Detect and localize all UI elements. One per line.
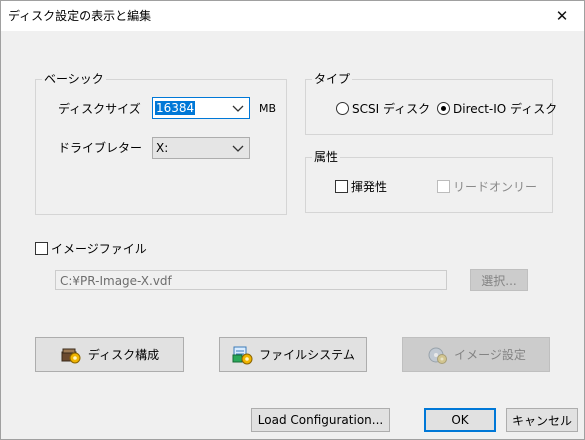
checkbox-box xyxy=(335,180,348,193)
image-path-value: C:¥PR-Image-X.vdf xyxy=(60,274,172,288)
cancel-button[interactable]: キャンセル xyxy=(506,408,578,432)
disk-size-combo[interactable]: 16384 xyxy=(152,97,250,119)
browse-button-label: 選択... xyxy=(481,273,517,288)
checkbox-box xyxy=(35,242,48,255)
readonly-label: リードオンリー xyxy=(453,180,538,194)
image-path-input[interactable]: C:¥PR-Image-X.vdf xyxy=(55,270,447,290)
close-button[interactable]: ✕ xyxy=(540,1,584,31)
attributes-group-legend: 属性 xyxy=(312,150,341,164)
disk-size-label: ディスクサイズ xyxy=(58,102,141,116)
disk-config-button[interactable]: ディスク構成 xyxy=(35,337,184,372)
basic-group-legend: ベーシック xyxy=(42,72,106,86)
image-settings-button-label: イメージ設定 xyxy=(454,348,526,362)
radio-scsi-disk[interactable]: SCSI ディスク xyxy=(336,100,430,117)
browse-button[interactable]: 選択... xyxy=(470,269,528,291)
window-title: ディスク設定の表示と編集 xyxy=(8,9,152,23)
type-group-legend: タイプ xyxy=(312,72,353,86)
image-settings-icon xyxy=(428,347,448,364)
load-configuration-button[interactable]: Load Configuration... xyxy=(251,408,390,432)
file-system-button[interactable]: ファイルシステム xyxy=(219,337,367,372)
file-system-icon xyxy=(232,346,253,364)
load-configuration-button-label: Load Configuration... xyxy=(257,413,384,427)
radio-circle-selected xyxy=(437,102,450,115)
close-icon: ✕ xyxy=(555,7,569,25)
radio-circle xyxy=(336,102,349,115)
disk-size-unit: MB xyxy=(259,102,277,115)
chevron-down-icon xyxy=(232,105,244,112)
drive-letter-value: X: xyxy=(156,141,169,155)
chevron-down-icon xyxy=(232,145,244,152)
ok-button-label: OK xyxy=(451,413,469,427)
disk-config-icon xyxy=(61,348,81,363)
image-file-checkbox[interactable]: イメージファイル xyxy=(35,240,147,257)
cancel-button-label: キャンセル xyxy=(511,413,572,428)
readonly-checkbox[interactable]: リードオンリー xyxy=(437,178,537,195)
radio-scsi-disk-label: SCSI ディスク xyxy=(352,102,431,116)
disk-settings-dialog: ディスク設定の表示と編集 ✕ ベーシック ディスクサイズ 16384 MB ドラ… xyxy=(0,0,585,440)
title-bar: ディスク設定の表示と編集 ✕ xyxy=(1,1,584,31)
drive-letter-combo[interactable]: X: xyxy=(152,137,250,159)
radio-direct-io-disk[interactable]: Direct-IO ディスク xyxy=(437,100,557,117)
file-system-button-label: ファイルシステム xyxy=(259,348,355,362)
disk-config-button-label: ディスク構成 xyxy=(87,348,160,362)
checkbox-box xyxy=(437,180,450,193)
ok-button[interactable]: OK xyxy=(424,408,496,432)
image-settings-button[interactable]: イメージ設定 xyxy=(402,337,550,372)
radio-direct-io-disk-label: Direct-IO ディスク xyxy=(453,102,558,116)
volatile-label: 揮発性 xyxy=(351,180,388,194)
volatile-checkbox[interactable]: 揮発性 xyxy=(335,178,387,195)
drive-letter-label: ドライブレター xyxy=(58,141,143,155)
image-file-label: イメージファイル xyxy=(51,242,147,256)
disk-size-value: 16384 xyxy=(155,101,196,115)
